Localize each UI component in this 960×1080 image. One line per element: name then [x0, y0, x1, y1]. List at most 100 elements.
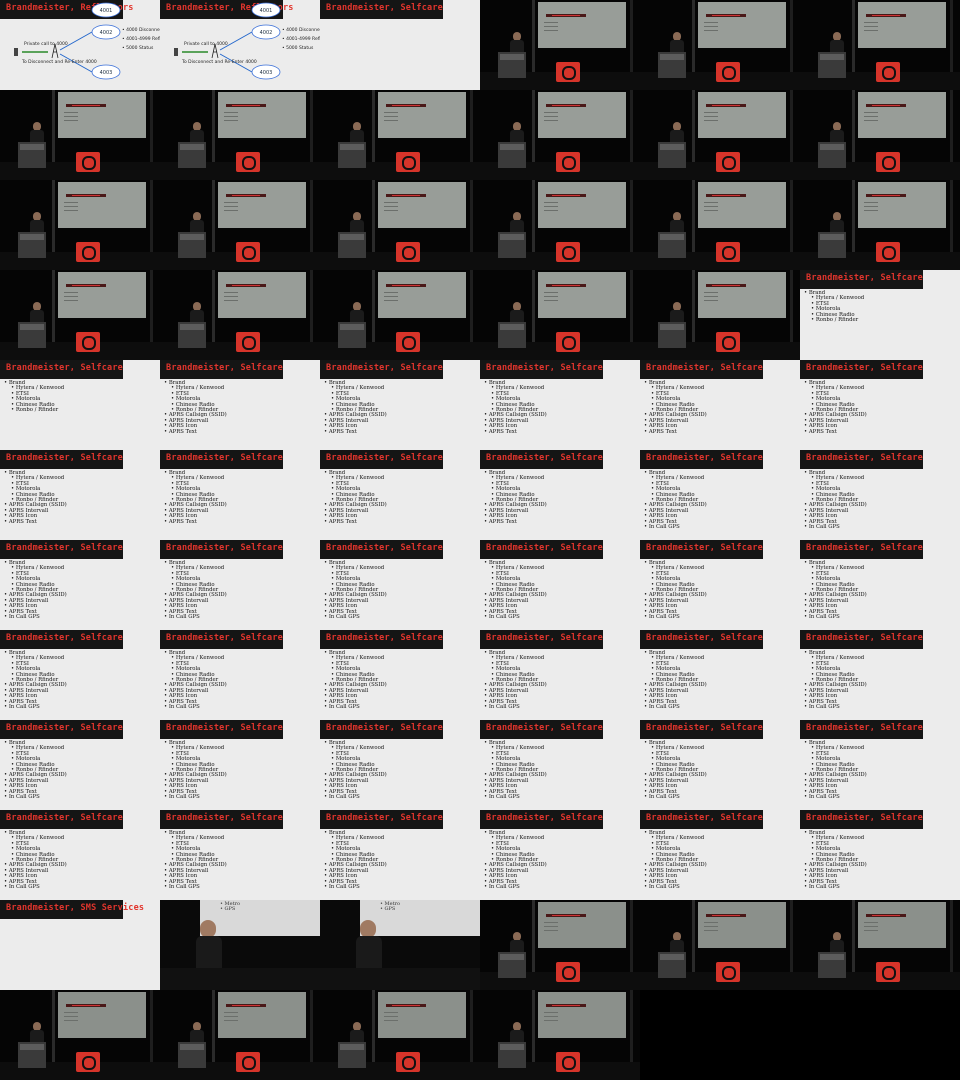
- slide-title: Brandmeister, Selfcare: [166, 633, 283, 643]
- podium: [658, 142, 686, 168]
- bullet-item: In Call GPS: [644, 524, 707, 530]
- event-logo: [556, 1052, 580, 1072]
- thumbnail-frame: Brandmeister, Selfcare BrandHytera / Kenw…: [0, 630, 160, 720]
- thumbnail-frame: [480, 270, 640, 360]
- projected-title: [226, 194, 266, 197]
- projection-screen: [698, 272, 786, 318]
- event-logo: [396, 152, 420, 172]
- projected-line: [224, 210, 238, 211]
- thumbnail-frame: Brandmeister, Selfcare BrandHytera / Kenw…: [0, 540, 160, 630]
- event-logo: [236, 152, 260, 172]
- podium: [818, 952, 846, 978]
- podium: [18, 232, 46, 258]
- podium: [18, 142, 46, 168]
- thumbnail-frame: [800, 180, 960, 270]
- bullet-item: In Call GPS: [644, 884, 707, 890]
- projected-title: [866, 194, 906, 197]
- slide-title: Brandmeister, Selfcare: [646, 723, 763, 733]
- thumbnail-frame: Brandmeister, Selfcare BrandHytera / Kenw…: [160, 720, 320, 810]
- projected-title: [546, 1004, 586, 1007]
- thumbnail-frame: Brandmeister, SMS Services: [0, 900, 160, 990]
- thumbnail-frame: Brandmeister, Selfcare BrandHytera / Kenw…: [320, 810, 480, 900]
- projected-line: [544, 206, 558, 207]
- event-logo: [716, 242, 740, 262]
- projected-line: [704, 30, 718, 31]
- podium: [498, 232, 526, 258]
- projected-line: [384, 1012, 398, 1013]
- thumbnail-frame: [640, 90, 800, 180]
- bullet-list: BrandHytera / KenwoodETSIMotorolaChinese…: [324, 830, 387, 890]
- slide-title: Brandmeister, Selfcare: [806, 543, 923, 553]
- thumbnail-frame: Brandmeister, Selfcare BrandHytera / Kenw…: [640, 720, 800, 810]
- thumbnail-frame: • Metro • GPS: [320, 900, 480, 990]
- bullet-list: BrandHytera / KenwoodETSIMotorolaChinese…: [164, 650, 227, 710]
- podium: [498, 142, 526, 168]
- thumbnail-frame: Brandmeister, Selfcare BrandHytera / Kenw…: [480, 810, 640, 900]
- slide-title-bar: Brandmeister, Selfcare: [160, 360, 283, 379]
- podium: [498, 952, 526, 978]
- projected-line: [384, 120, 398, 121]
- bullet-list: BrandHytera / KenwoodETSIMotorolaChinese…: [324, 740, 387, 800]
- thumbnail-frame: Brandmeister, Reflectors 4001 4002 4003 • 40…: [0, 0, 160, 90]
- projection-screen: [378, 272, 466, 318]
- link-line: [59, 31, 93, 51]
- projection-screen: [538, 902, 626, 948]
- slide-title: Brandmeister, Selfcare: [806, 453, 923, 463]
- slide-title: Brandmeister, Selfcare: [646, 363, 763, 373]
- projection-screen: [538, 272, 626, 318]
- projected-line: [64, 120, 78, 121]
- projection-screen: [698, 902, 786, 948]
- event-logo: [556, 242, 580, 262]
- thumbnail-frame: [480, 990, 640, 1080]
- thumbnail-frame: Brandmeister, Selfcare BrandHytera / Kenw…: [800, 360, 960, 450]
- thumbnail-frame: Brandmeister, Selfcare BrandHytera / Kenw…: [800, 270, 960, 360]
- slide-title-bar: Brandmeister, Selfcare: [800, 450, 923, 469]
- slide-title: Brandmeister, SMS Services: [6, 903, 145, 913]
- slide-title-bar: Brandmeister, Selfcare: [800, 720, 923, 739]
- node-label: 4001: [260, 8, 273, 14]
- thumbnail-frame: Brandmeister, Selfcare BrandHytera / Kenw…: [800, 720, 960, 810]
- projected-line: [64, 202, 78, 203]
- projected-title: [386, 284, 426, 287]
- thumbnail-frame: [640, 270, 800, 360]
- slide-title: Brandmeister, Selfcare: [326, 813, 443, 823]
- podium: [658, 322, 686, 348]
- event-logo: [76, 332, 100, 352]
- slide-title-bar: Brandmeister, Selfcare: [320, 360, 443, 379]
- projected-line: [864, 922, 878, 923]
- projection-screen: [378, 92, 466, 138]
- bullet-item: In Call GPS: [164, 614, 227, 620]
- projection-screen: [698, 2, 786, 48]
- projected-line: [544, 30, 558, 31]
- projected-line: [544, 112, 558, 113]
- slide-title-bar: Brandmeister, Selfcare: [800, 360, 923, 379]
- bullet-list: BrandHytera / KenwoodETSIMotorolaChinese…: [644, 560, 707, 620]
- event-logo: [556, 962, 580, 982]
- event-logo: [876, 62, 900, 82]
- thumbnail-frame: [160, 180, 320, 270]
- podium: [18, 322, 46, 348]
- slide-title-bar: Brandmeister, Selfcare: [640, 630, 763, 649]
- projected-title: [386, 1004, 426, 1007]
- bullet-list: BrandHytera / KenwoodETSIMotorolaChinese…: [324, 470, 387, 525]
- thumbnail-frame: Brandmeister, Selfcare BrandHytera / Kenw…: [0, 450, 160, 540]
- slide-title-bar: Brandmeister, Selfcare: [480, 450, 603, 469]
- slide-title: Brandmeister, Selfcare: [166, 453, 283, 463]
- thumbnail-frame: Brandmeister, Selfcare BrandHytera / Kenw…: [480, 540, 640, 630]
- bullet-list: BrandHytera / KenwoodETSIMotorolaChinese…: [4, 560, 67, 620]
- projected-line: [544, 1020, 558, 1021]
- slide-title-bar: Brandmeister, Selfcare: [320, 450, 443, 469]
- slide-title: Brandmeister, Selfcare: [166, 723, 283, 733]
- bullet-list: BrandHytera / KenwoodETSIMotorolaChinese…: [804, 830, 867, 890]
- projected-line: [64, 292, 78, 293]
- projected-line: [704, 202, 718, 203]
- projection-screen: [58, 182, 146, 228]
- bullet-item: In Call GPS: [484, 794, 547, 800]
- slide-title-bar: Brandmeister, Selfcare: [640, 540, 763, 559]
- projected-title: [706, 284, 746, 287]
- thumbnail-frame: Brandmeister, Selfcare BrandHytera / Kenw…: [160, 630, 320, 720]
- thumbnail-frame: Brandmeister, Selfcare BrandHytera / Kenw…: [640, 540, 800, 630]
- bullet-item: In Call GPS: [164, 884, 227, 890]
- thumbnail-frame: Brandmeister, Selfcare BrandHytera / Kenw…: [160, 540, 320, 630]
- radio-icon: [174, 48, 178, 56]
